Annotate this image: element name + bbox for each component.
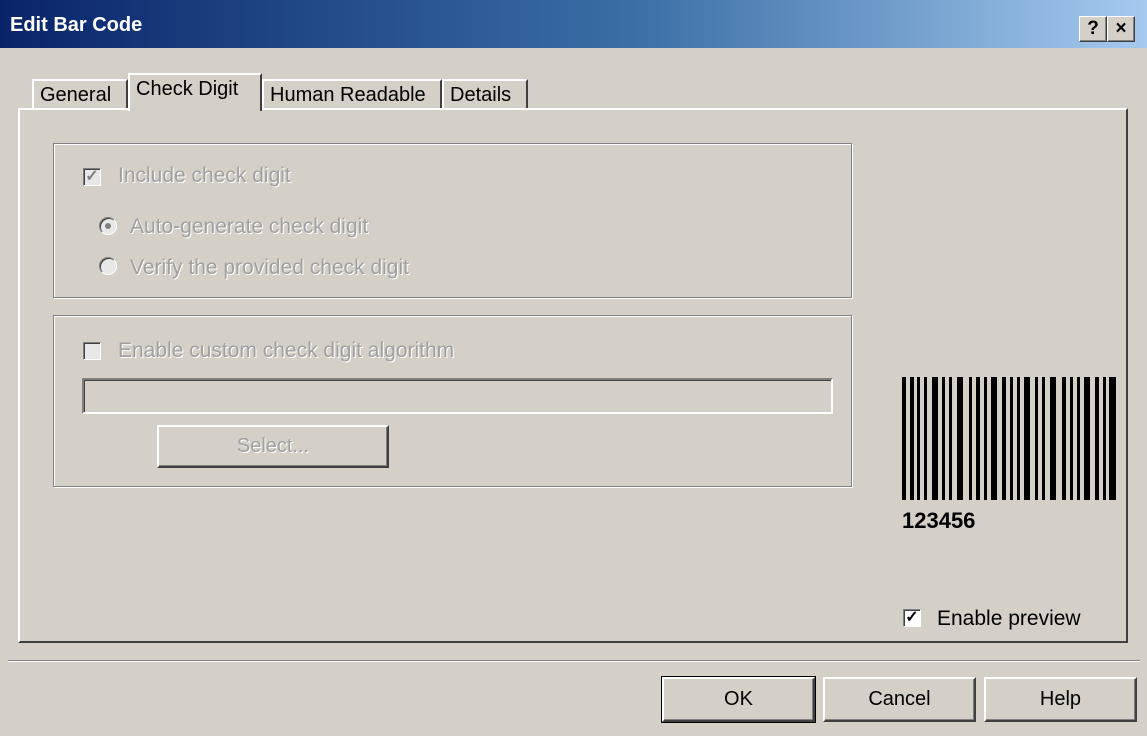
algorithm-field[interactable] [82,378,833,414]
include-check-digit-checkbox[interactable]: ✓ [83,168,101,186]
cancel-button[interactable]: Cancel [823,677,976,722]
custom-algorithm-label: Enable custom check digit algorithm [118,339,455,362]
close-button[interactable]: × [1107,16,1135,42]
tab-general[interactable]: General [32,79,128,109]
ok-button[interactable]: OK [661,676,816,723]
auto-generate-label: Auto-generate check digit [130,215,369,238]
enable-preview-label: Enable preview [937,607,1081,630]
auto-generate-radio[interactable] [99,217,117,235]
window-title: Edit Bar Code [10,14,143,36]
barcode-text: 123456 [902,508,976,533]
verify-label: Verify the provided check digit [130,256,409,279]
help-dialog-button[interactable]: Help [984,677,1137,722]
verify-radio[interactable] [99,257,117,275]
barcode-preview-image [902,377,1116,500]
help-button[interactable]: ? [1079,16,1107,42]
include-check-digit-label: Include check digit [118,164,291,187]
tab-check-digit[interactable]: Check Digit [128,73,262,111]
custom-algorithm-checkbox[interactable] [83,342,101,360]
tab-human-readable[interactable]: Human Readable [262,79,442,109]
divider [8,660,1140,662]
select-button[interactable]: Select... [157,425,389,468]
title-bar: Edit Bar Code ? × [0,0,1147,48]
enable-preview-checkbox[interactable]: ✓ [903,609,921,627]
tab-details[interactable]: Details [442,79,528,109]
